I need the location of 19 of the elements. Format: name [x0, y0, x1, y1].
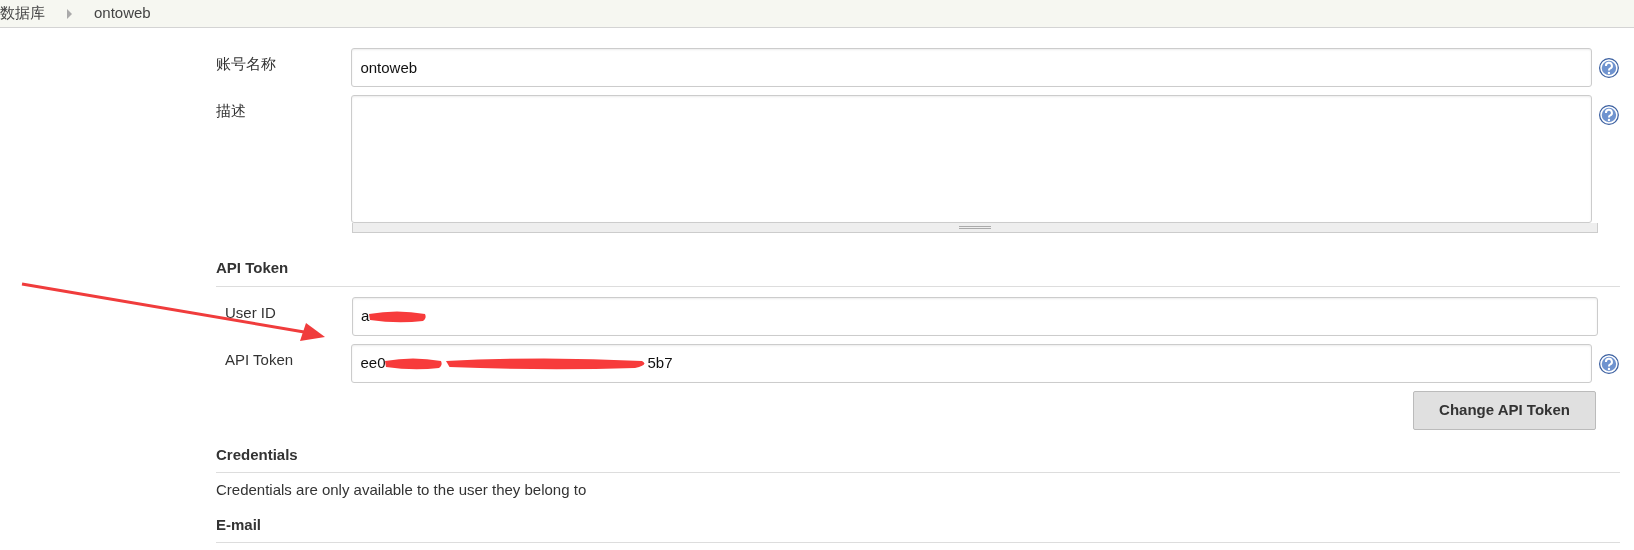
section-heading: E-mail: [216, 509, 1620, 543]
change-token-button[interactable]: Change API Token: [1413, 390, 1596, 430]
info-text: Credentials are only available to the user they belong to: [216, 480, 588, 500]
text-field[interactable]: a: [352, 296, 1598, 336]
help-icon[interactable]: [1598, 104, 1620, 126]
section-heading: API Token: [216, 253, 1620, 287]
help-icon[interactable]: [1598, 57, 1620, 79]
field-label: 描述: [216, 101, 246, 121]
breadcrumb-link[interactable]: 数据库: [0, 2, 45, 25]
field-label: 账号名称: [216, 54, 276, 74]
text-field[interactable]: ee0 5b7: [351, 343, 1593, 383]
separator-icon: [67, 8, 72, 19]
help-icon[interactable]: [1598, 352, 1620, 375]
field-label: User ID: [225, 302, 276, 323]
field-label: API Token: [225, 349, 294, 370]
section-heading: Credentials: [216, 439, 1620, 473]
text-field[interactable]: ontoweb: [351, 48, 1593, 87]
breadcrumb-link[interactable]: ontoweb: [94, 2, 151, 25]
resize-handle[interactable]: [352, 223, 1598, 233]
